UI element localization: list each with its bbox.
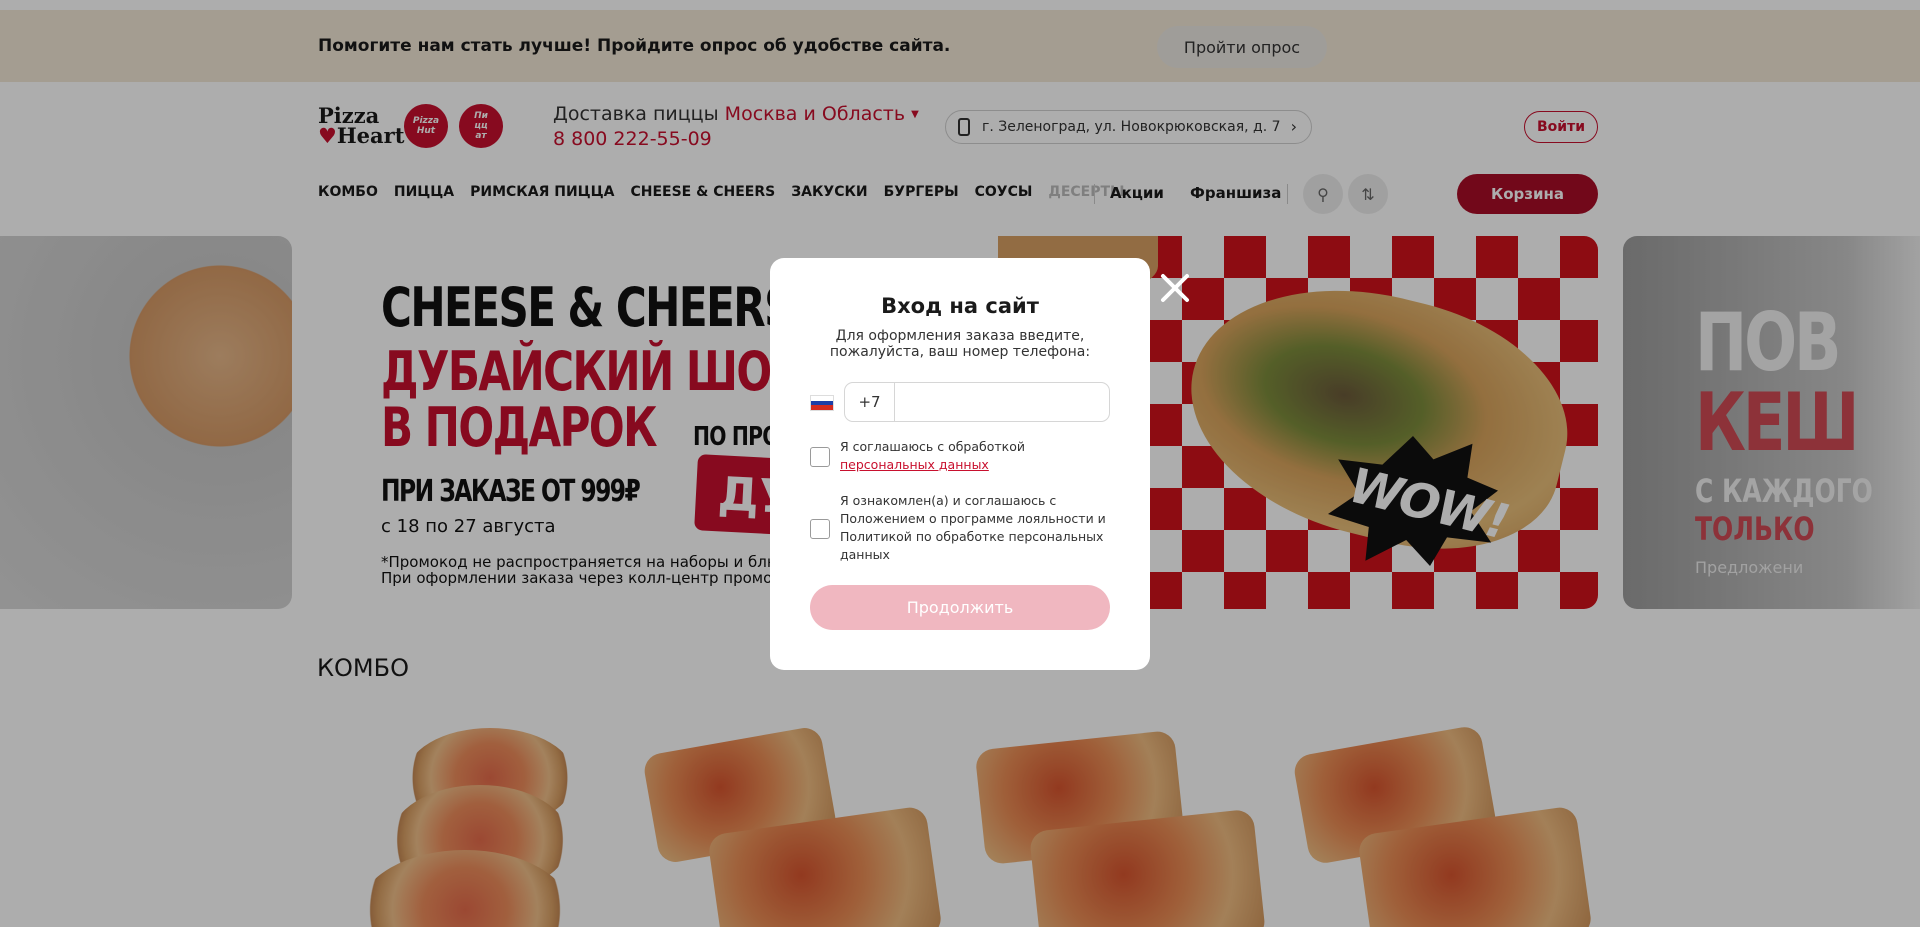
- loyalty-checkbox[interactable]: [810, 519, 830, 539]
- personal-data-link[interactable]: персональных данных: [840, 457, 989, 472]
- modal-title: Вход на сайт: [881, 294, 1039, 318]
- flag-ru-icon[interactable]: [810, 395, 834, 411]
- close-icon[interactable]: [1158, 271, 1192, 305]
- phone-field: +7: [844, 382, 1110, 422]
- login-modal: Вход на сайт Для оформления заказа введи…: [770, 258, 1150, 670]
- personal-data-checkbox[interactable]: [810, 447, 830, 467]
- personal-data-consent: Я соглашаюсь с обработкой персональных д…: [840, 438, 1120, 474]
- modal-subtitle: Для оформления заказа введите, пожалуйст…: [829, 328, 1091, 360]
- loyalty-consent: Я ознакомлен(а) и соглашаюсь с Положение…: [840, 493, 1106, 562]
- consent-text: Я соглашаюсь с обработкой: [840, 439, 1025, 454]
- phone-input[interactable]: [895, 383, 1109, 421]
- continue-button[interactable]: Продолжить: [810, 585, 1110, 630]
- country-code: +7: [845, 383, 895, 421]
